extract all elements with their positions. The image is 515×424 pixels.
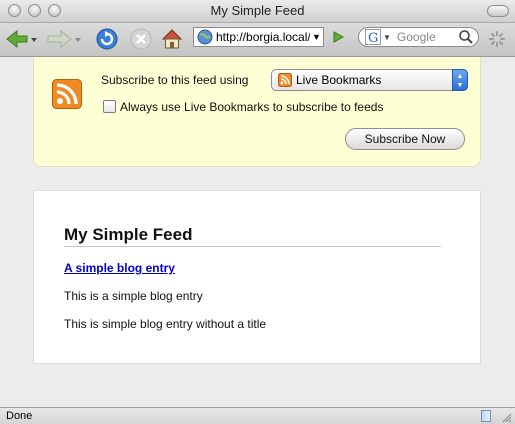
go-button[interactable] (331, 30, 345, 49)
feed-title: My Simple Feed (64, 225, 441, 247)
home-button[interactable] (160, 27, 184, 51)
globe-icon (197, 29, 213, 45)
page-icon (481, 410, 491, 422)
home-icon (161, 29, 183, 49)
rss-small-icon (278, 73, 292, 87)
google-engine-icon[interactable]: G (365, 29, 381, 45)
feed-body: My Simple Feed A simple blog entry This … (33, 190, 481, 364)
engine-dropdown-icon[interactable]: ▼ (383, 33, 391, 42)
back-button[interactable] (4, 27, 38, 51)
go-arrow-icon (333, 31, 345, 43)
search-input[interactable]: Google (397, 30, 458, 44)
entry-title-link[interactable]: A simple blog entry (64, 261, 175, 275)
feed-reader-value: Live Bookmarks (296, 73, 382, 87)
status-text: Done (6, 410, 33, 422)
entry-body: This is a simple blog entry (64, 289, 203, 303)
reload-icon (96, 28, 118, 50)
back-arrow-icon (6, 29, 37, 49)
select-stepper-icon: ▲ ▼ (452, 69, 468, 91)
subscribe-now-button[interactable]: Subscribe Now (345, 128, 465, 150)
url-bar[interactable]: http://borgia.local/simplefeed ▼ (193, 27, 324, 47)
window-titlebar: My Simple Feed (0, 0, 515, 23)
forward-arrow-icon (47, 29, 81, 49)
resize-grip-icon[interactable] (500, 411, 512, 423)
stop-button[interactable] (128, 27, 154, 51)
entry-body: This is simple blog entry without a titl… (64, 317, 267, 331)
stop-icon (130, 28, 152, 50)
always-use-label[interactable]: Always use Live Bookmarks to subscribe t… (120, 100, 383, 114)
forward-button[interactable] (44, 27, 82, 51)
reload-button[interactable] (94, 27, 120, 51)
toolbar-toggle-button[interactable] (487, 5, 509, 17)
rss-feed-icon (52, 79, 82, 109)
subscribe-label: Subscribe to this feed using (101, 73, 249, 87)
search-icon[interactable] (458, 29, 474, 45)
activity-spinner (485, 27, 509, 51)
url-dropdown-icon[interactable]: ▼ (312, 32, 321, 42)
always-use-checkbox[interactable] (103, 100, 116, 113)
svg-text:G: G (368, 31, 378, 45)
feed-reader-select[interactable]: Live Bookmarks ▲ ▼ (271, 69, 468, 91)
spinner-icon (489, 31, 505, 47)
status-bar: Done (0, 407, 515, 424)
search-bar[interactable]: G ▼ Google (358, 27, 479, 47)
url-text[interactable]: http://borgia.local/simplefeed (216, 30, 310, 44)
window-title: My Simple Feed (210, 3, 305, 18)
